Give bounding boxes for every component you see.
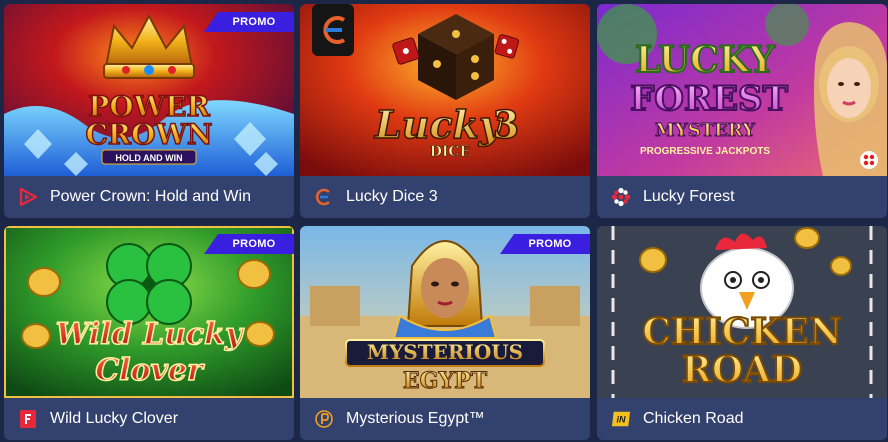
play-triangle-logo-icon <box>18 187 38 207</box>
dots-cluster-logo-icon <box>611 187 631 207</box>
game-title: Mysterious Egypt™ <box>346 410 485 427</box>
game-card-lucky-forest[interactable]: LUCKY FOREST MYSTERY PROGRESSIVE JACKPOT… <box>597 4 887 218</box>
f-square-logo-icon <box>18 409 38 429</box>
game-card-power-crown[interactable]: POWER CROWN HOLD AND WIN PROMO Power Cro… <box>4 4 294 218</box>
game-thumbnail[interactable]: POWER CROWN HOLD AND WIN PROMO <box>4 4 294 176</box>
game-thumbnail[interactable]: CHICKEN ROAD <box>597 226 887 398</box>
art-title-line-1: CHICKEN <box>642 311 842 353</box>
game-title: Lucky Forest <box>643 188 735 205</box>
game-title: Chicken Road <box>643 410 744 427</box>
in-out-logo-icon: iN <box>611 409 631 429</box>
pragmatic-play-logo-icon <box>314 409 334 429</box>
art-title-line-3: MYSTERY <box>655 120 756 141</box>
game-card-wild-lucky-clover[interactable]: Wild Lucky Clover PROMO Wild Lucky Clove… <box>4 226 294 440</box>
art-title-line-1: MYSTERIOUS <box>367 340 523 364</box>
game-thumbnail[interactable]: Lucky 3 DICE <box>300 4 590 176</box>
game-card-footer[interactable]: Power Crown: Hold and Win <box>4 176 294 218</box>
game-card-footer[interactable]: Lucky Forest <box>597 176 887 218</box>
art-title-line-2: CROWN <box>86 118 213 151</box>
game-title: Lucky Dice 3 <box>346 188 438 205</box>
game-card-mysterious-egypt[interactable]: MYSTERIOUS EGYPT PROMO Mysterious Egypt™ <box>300 226 590 440</box>
game-card-footer[interactable]: Mysterious Egypt™ <box>300 398 590 440</box>
game-thumbnail[interactable]: MYSTERIOUS EGYPT PROMO <box>300 226 590 398</box>
game-grid: POWER CROWN HOLD AND WIN PROMO Power Cro… <box>0 0 888 442</box>
game-card-lucky-dice-3[interactable]: Lucky 3 DICE Lucky Dice 3 <box>300 4 590 218</box>
promo-badge: PROMO <box>204 12 294 32</box>
art-title-line-2: EGYPT <box>403 368 488 394</box>
game-thumbnail[interactable]: LUCKY FOREST MYSTERY PROGRESSIVE JACKPOT… <box>597 4 887 176</box>
art-title-line-2: ROAD <box>682 349 802 391</box>
art-subtitle: HOLD AND WIN <box>115 153 182 163</box>
art-title-number: 3 <box>493 102 519 147</box>
endorphina-e-logo-icon <box>314 187 334 207</box>
art-title-line-2: Clover <box>95 353 205 388</box>
game-card-footer[interactable]: Wild Lucky Clover <box>4 398 294 440</box>
art-subtitle: DICE <box>430 144 471 160</box>
game-card-footer[interactable]: iN Chicken Road <box>597 398 887 440</box>
art-title-line-1: Wild Lucky <box>56 317 245 352</box>
svg-text:iN: iN <box>616 415 626 425</box>
art-subtitle: PROGRESSIVE JACKPOTS <box>640 146 770 157</box>
game-title: Power Crown: Hold and Win <box>50 188 251 205</box>
promo-badge: PROMO <box>204 234 294 254</box>
game-card-footer[interactable]: Lucky Dice 3 <box>300 176 590 218</box>
game-card-chicken-road[interactable]: CHICKEN ROAD iN Chicken Road <box>597 226 887 440</box>
game-thumbnail[interactable]: Wild Lucky Clover PROMO <box>4 226 294 398</box>
game-title: Wild Lucky Clover <box>50 410 179 427</box>
art-title-line-2: FOREST <box>630 79 788 119</box>
promo-badge: PROMO <box>500 234 590 254</box>
art-title-line-1: Lucky <box>374 102 504 147</box>
art-title-line-1: LUCKY <box>635 39 776 81</box>
